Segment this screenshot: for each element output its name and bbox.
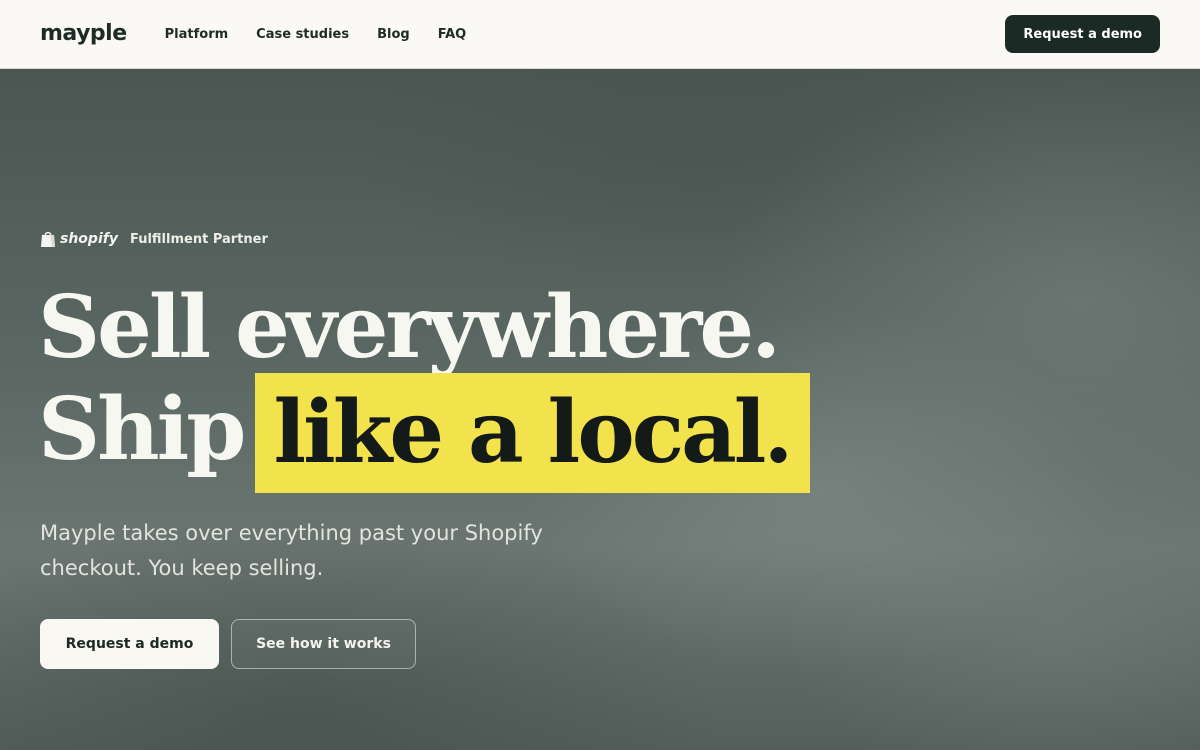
headline-line-2-prefix: Ship bbox=[38, 379, 246, 480]
headline-highlight: like a local. bbox=[255, 373, 811, 493]
top-navigation: mayple Platform Case studies Blog FAQ Re… bbox=[0, 0, 1200, 69]
nav-request-demo-button[interactable]: Request a demo bbox=[1005, 15, 1160, 53]
headline-line-2: Ship like a local. bbox=[38, 373, 811, 493]
nav-link-case-studies[interactable]: Case studies bbox=[256, 27, 349, 42]
headline-line-1: Sell everywhere. bbox=[38, 277, 781, 378]
badge-label: Fulfillment Partner bbox=[129, 231, 268, 247]
mayple-logo[interactable]: mayple bbox=[40, 23, 127, 45]
shopify-partner-badge: shopify Fulfillment Partner bbox=[40, 229, 268, 249]
hero-request-demo-button[interactable]: Request a demo bbox=[40, 619, 219, 669]
hero-headline: Sell everywhere. Ship like a local. bbox=[38, 277, 811, 493]
nav-links: Platform Case studies Blog FAQ bbox=[165, 27, 467, 42]
shopping-bag-icon bbox=[40, 230, 56, 248]
hero-section: shopify Fulfillment Partner Sell everywh… bbox=[0, 69, 1200, 750]
nav-link-blog[interactable]: Blog bbox=[377, 27, 410, 42]
shopify-wordmark: shopify bbox=[60, 231, 118, 247]
see-how-it-works-button[interactable]: See how it works bbox=[231, 619, 416, 669]
nav-link-faq[interactable]: FAQ bbox=[438, 27, 467, 42]
nav-link-platform[interactable]: Platform bbox=[165, 27, 229, 42]
hero-subtext: Mayple takes over everything past your S… bbox=[40, 521, 543, 580]
